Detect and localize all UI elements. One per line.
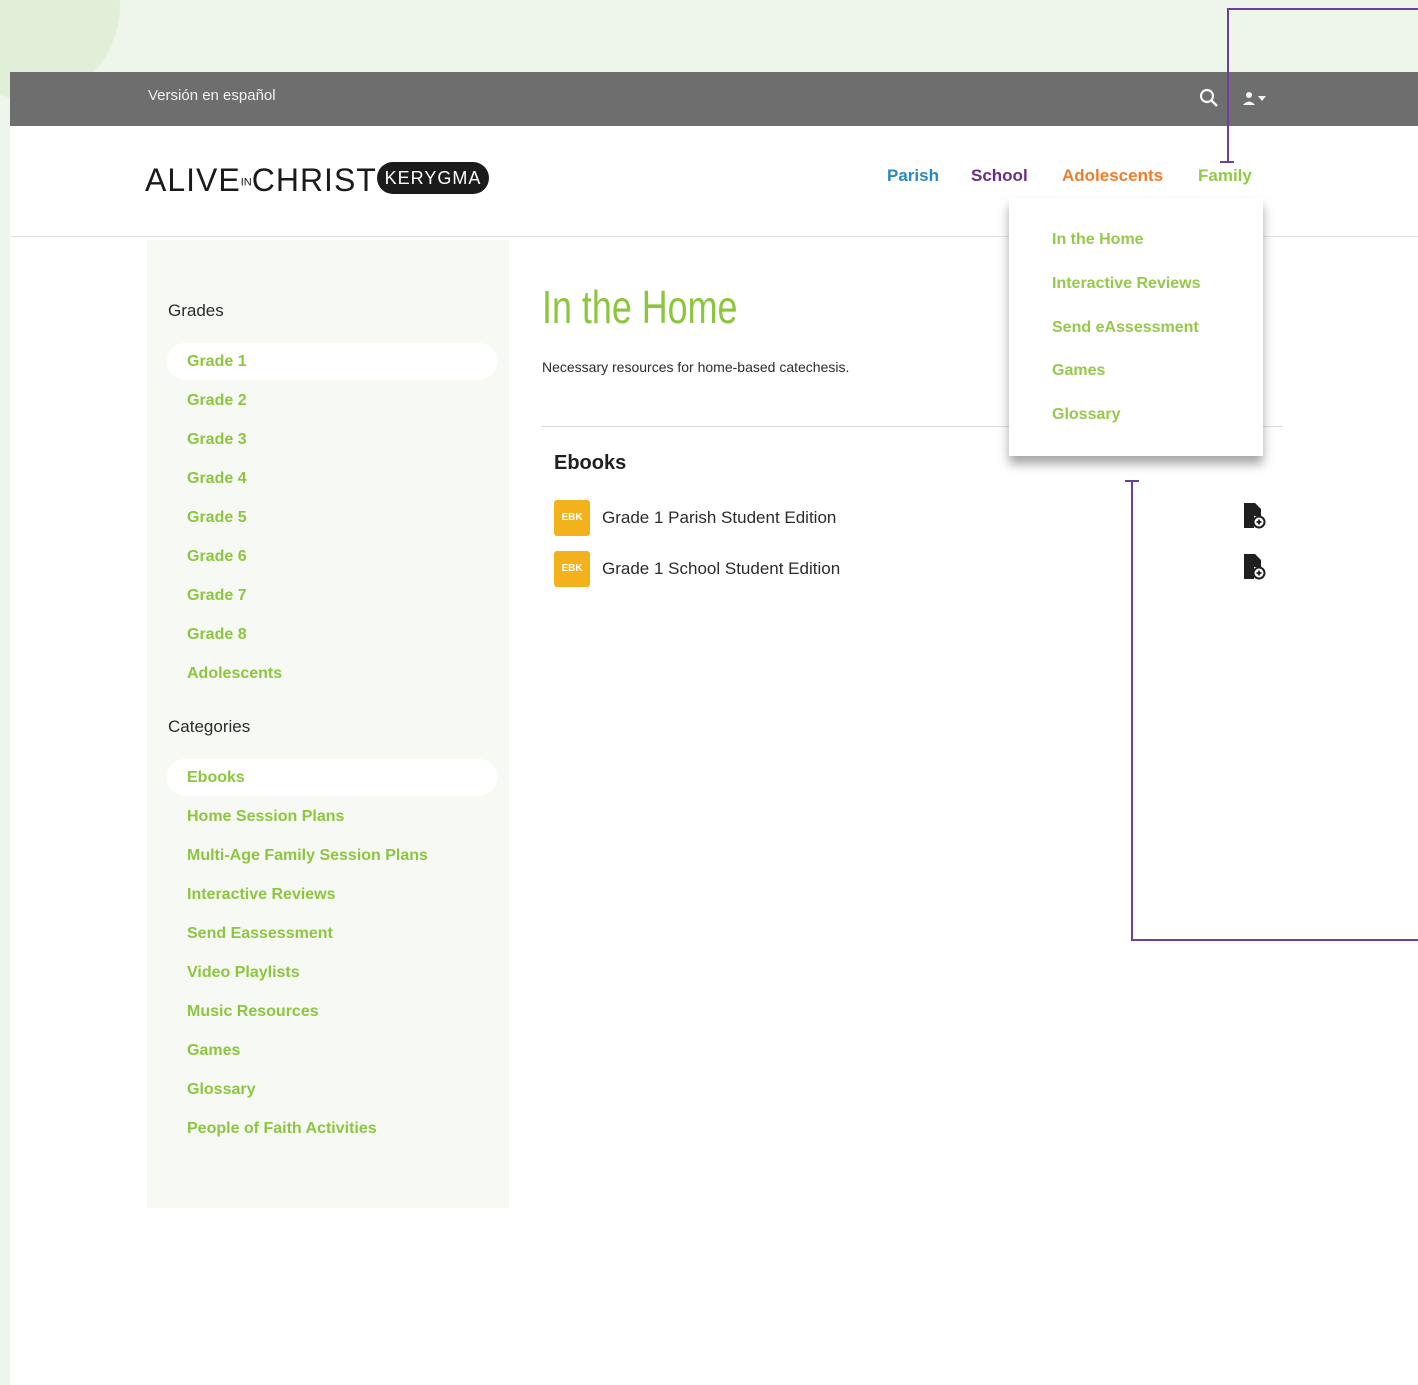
logo-word-christ: CHRIST: [251, 162, 377, 198]
sidebar-item-games[interactable]: Games: [167, 1032, 497, 1069]
categories-heading: Categories: [168, 717, 251, 736]
sidebar-item-interactive-reviews[interactable]: Interactive Reviews: [167, 876, 497, 913]
callout-line-bottom: [1131, 939, 1418, 941]
menu-item-send-eassessment[interactable]: Send eAssessment: [1052, 319, 1199, 337]
callout-line-top-cap: [1220, 161, 1234, 163]
chevron-down-icon[interactable]: [1258, 96, 1266, 102]
nav-adolescents[interactable]: Adolescents: [1062, 166, 1163, 186]
nav-parish[interactable]: Parish: [887, 166, 939, 186]
callout-line-top-vertical: [1227, 8, 1229, 163]
nav-school[interactable]: School: [971, 166, 1028, 186]
sidebar-item-grade-2[interactable]: Grade 2: [167, 382, 497, 419]
sidebar-item-grade-5[interactable]: Grade 5: [167, 499, 497, 536]
sidebar-item-send-eassessment[interactable]: Send Eassessment: [167, 915, 497, 952]
sidebar-item-glossary[interactable]: Glossary: [167, 1071, 497, 1108]
sidebar-item-people-of-faith-activities[interactable]: People of Faith Activities: [167, 1110, 497, 1147]
sidebar: Grades Grade 1 Grade 2 Grade 3 Grade 4 G…: [147, 240, 509, 1208]
ebook-title[interactable]: Grade 1 School Student Edition: [602, 559, 840, 579]
alive-in-christ-logo[interactable]: ALIVEINCHRIST KERYGMA: [145, 160, 505, 200]
menu-item-interactive-reviews[interactable]: Interactive Reviews: [1052, 275, 1201, 293]
sidebar-item-adolescents[interactable]: Adolescents: [167, 655, 497, 692]
file-download-icon[interactable]: [1242, 502, 1266, 530]
menu-item-glossary[interactable]: Glossary: [1052, 406, 1120, 424]
sidebar-item-grade-8[interactable]: Grade 8: [167, 616, 497, 653]
search-icon[interactable]: [1199, 88, 1219, 108]
callout-line-top: [1227, 8, 1418, 10]
list-item[interactable]: EBK Grade 1 Parish Student Edition: [554, 500, 1274, 538]
nav-family[interactable]: Family: [1198, 166, 1252, 186]
sidebar-item-grade-1[interactable]: Grade 1: [167, 343, 497, 380]
file-download-icon[interactable]: [1242, 553, 1266, 581]
callout-line-bottom-vertical: [1131, 480, 1133, 941]
menu-item-in-the-home[interactable]: In the Home: [1052, 231, 1144, 249]
logo-word-alive: ALIVE: [145, 162, 241, 198]
callout-line-bottom-cap: [1125, 480, 1139, 482]
sidebar-item-grade-6[interactable]: Grade 6: [167, 538, 497, 575]
ebook-badge: EBK: [554, 551, 590, 587]
user-icon[interactable]: [1239, 89, 1259, 109]
spanish-version-link[interactable]: Versión en español: [148, 87, 276, 104]
section-title-ebooks: Ebooks: [554, 452, 627, 474]
kerygma-badge: KERYGMA: [377, 162, 489, 194]
grades-heading: Grades: [168, 301, 224, 320]
logo-text: ALIVEINCHRIST: [145, 162, 377, 199]
page: Versión en español ALIVEINCHRIST KERYGMA…: [10, 72, 1418, 1385]
top-bar: Versión en español: [10, 72, 1418, 126]
sidebar-item-multi-age-family-session-plans[interactable]: Multi-Age Family Session Plans: [167, 837, 497, 874]
list-item[interactable]: EBK Grade 1 School Student Edition: [554, 551, 1274, 589]
ebook-badge: EBK: [554, 500, 590, 536]
sidebar-item-grade-4[interactable]: Grade 4: [167, 460, 497, 497]
sidebar-item-home-session-plans[interactable]: Home Session Plans: [167, 798, 497, 835]
sidebar-item-grade-7[interactable]: Grade 7: [167, 577, 497, 614]
page-title: In the Home: [542, 281, 738, 333]
sidebar-item-ebooks[interactable]: Ebooks: [167, 759, 497, 796]
sidebar-item-music-resources[interactable]: Music Resources: [167, 993, 497, 1030]
sidebar-item-grade-3[interactable]: Grade 3: [167, 421, 497, 458]
family-dropdown-menu: In the Home Interactive Reviews Send eAs…: [1009, 198, 1263, 456]
sidebar-item-video-playlists[interactable]: Video Playlists: [167, 954, 497, 991]
ebook-title[interactable]: Grade 1 Parish Student Edition: [602, 508, 836, 528]
page-subtitle: Necessary resources for home-based catec…: [542, 359, 850, 375]
menu-item-games[interactable]: Games: [1052, 362, 1105, 380]
logo-word-in: IN: [240, 176, 252, 189]
